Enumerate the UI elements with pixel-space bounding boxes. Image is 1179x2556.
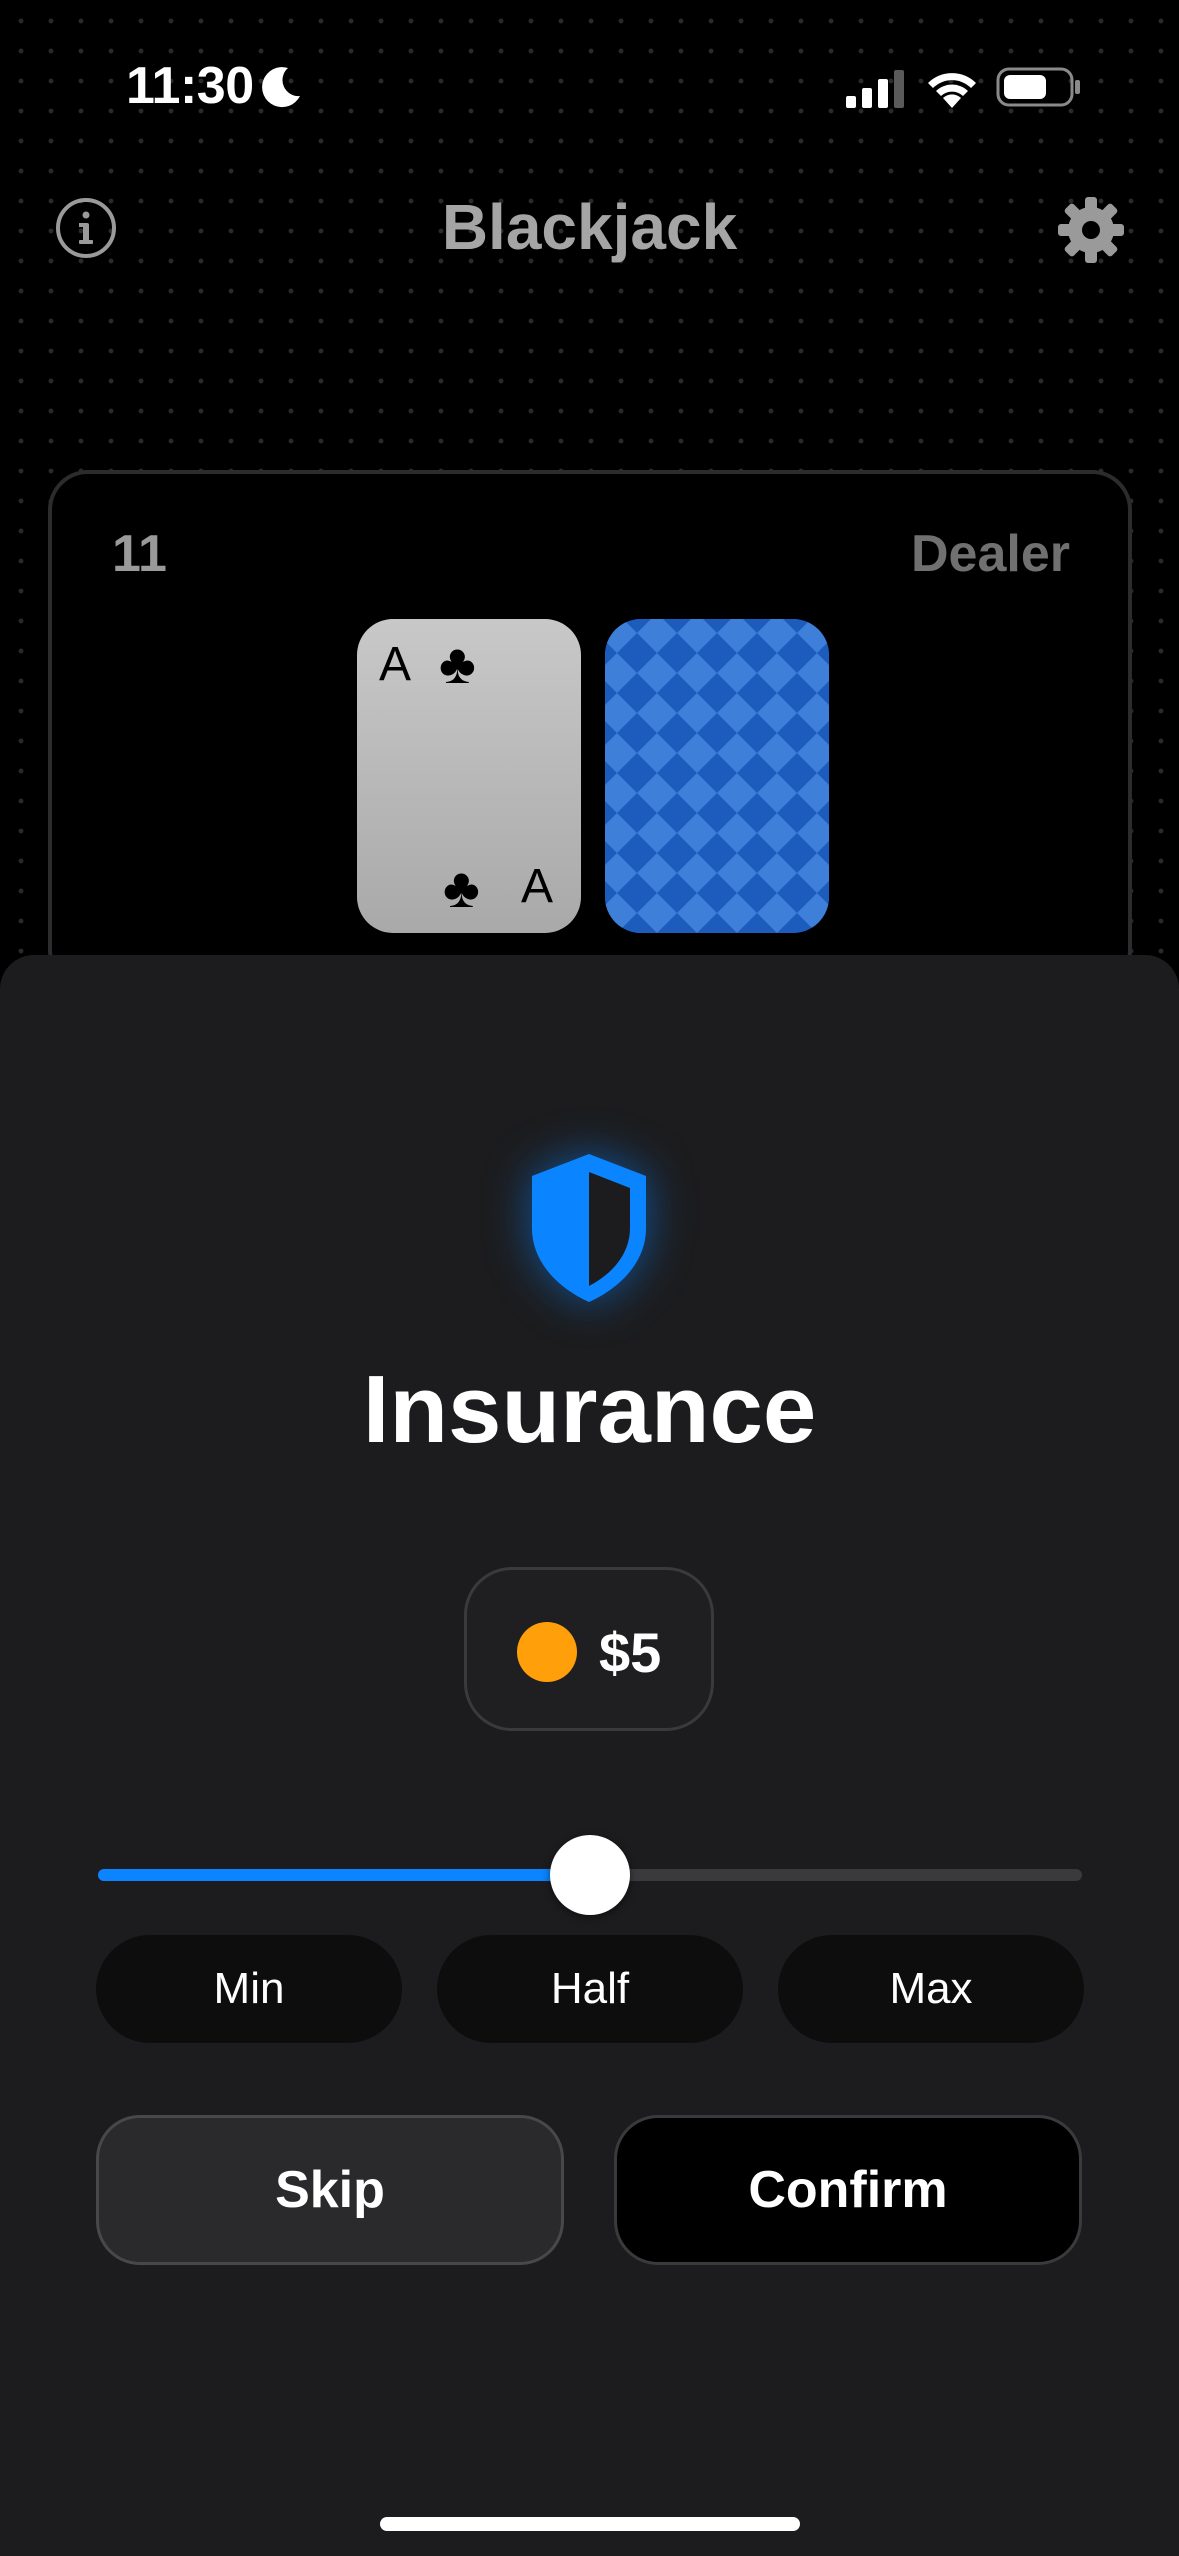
card-suit-clubs-icon: ♣ — [439, 632, 476, 695]
card-suit-clubs-icon: ♣ — [443, 856, 480, 919]
slider-thumb[interactable] — [550, 1835, 630, 1915]
slider-fill — [98, 1869, 590, 1881]
confirm-button[interactable]: Confirm — [614, 2115, 1082, 2265]
dealer-card-ace-of-clubs: A ♣ ♣ A — [357, 619, 581, 933]
card-rank: A — [379, 638, 412, 691]
cellular-signal-icon — [846, 70, 904, 108]
half-button[interactable]: Half — [437, 1935, 743, 2043]
dealer-panel: 11 Dealer A ♣ ♣ A — [48, 470, 1132, 990]
status-time: 11:30 — [126, 57, 254, 115]
page-title: Blackjack — [441, 191, 738, 263]
dealer-card-face-down — [605, 619, 829, 933]
card-rank: A — [521, 860, 554, 913]
preset-buttons: Min Half Max — [96, 1935, 1084, 2043]
dealer-label: Dealer — [911, 525, 1070, 583]
card-back-pattern-icon — [605, 619, 829, 933]
home-indicator[interactable] — [380, 2517, 800, 2531]
shield-icon — [532, 1154, 646, 1302]
gear-icon[interactable] — [1056, 195, 1126, 265]
skip-button[interactable]: Skip — [96, 2115, 564, 2265]
insurance-sheet: Insurance $5 Min Half Max Skip Confirm — [0, 955, 1179, 2556]
dealer-hand-total: 11 — [112, 525, 167, 583]
wifi-icon — [928, 73, 976, 108]
battery-icon — [996, 67, 1080, 107]
insurance-amount: $5 — [599, 1621, 662, 1684]
coin-icon — [517, 1622, 577, 1682]
insurance-title: Insurance — [362, 1356, 817, 1463]
insurance-amount-display: $5 — [464, 1567, 714, 1731]
insurance-amount-slider[interactable] — [98, 1835, 1082, 1915]
moon-icon — [262, 67, 300, 108]
min-button[interactable]: Min — [96, 1935, 402, 2043]
status-bar: 11:30 — [0, 0, 1179, 170]
max-button[interactable]: Max — [778, 1935, 1084, 2043]
app-screen: 11:30 Blackjack 11 Dealer A ♣ ♣ A Insura… — [0, 0, 1179, 2556]
